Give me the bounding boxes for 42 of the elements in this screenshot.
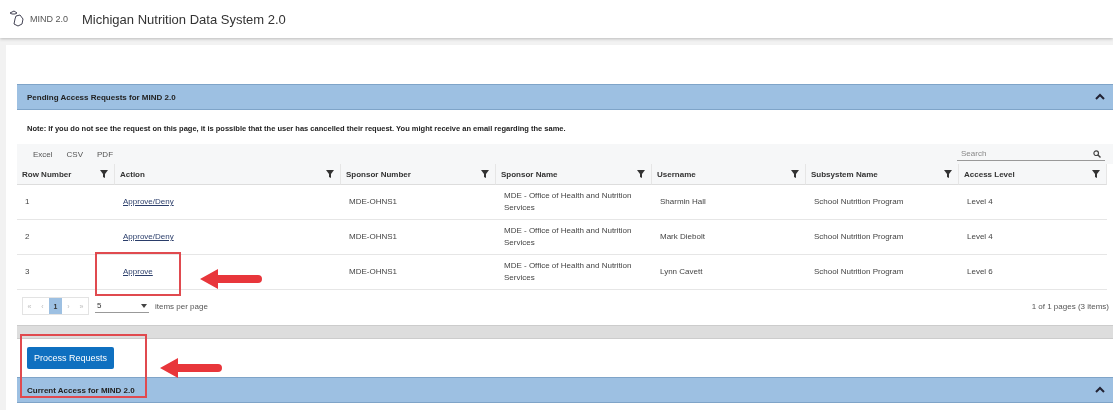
panel-title: Pending Access Requests for MIND 2.0	[27, 92, 176, 102]
table-cell: MDE-OHNS1	[349, 231, 397, 243]
table-row[interactable]: 1 Approve/Deny MDE-OHNS1 MDE - Office of Health and Nutrition Services Sharmin Hall School Nutrition Program Level 4	[17, 185, 1113, 220]
table-cell: 2	[25, 231, 30, 243]
column-header[interactable]: Sponsor Name	[501, 169, 558, 179]
approve-link[interactable]: Approve	[123, 266, 153, 278]
export-button[interactable]: PDF	[97, 149, 113, 159]
pager-summary: 1 of 1 pages (3 items)	[1031, 301, 1109, 311]
table-row[interactable]: 2 Approve/Deny MDE-OHNS1 MDE - Office of Health and Nutrition Services Mark Diebolt School Nutrition Program Level 4	[17, 220, 1113, 255]
table-cell: School Nutrition Program	[814, 231, 904, 243]
panel-title: Current Access for MIND 2.0	[27, 385, 135, 395]
page-size-label: items per page	[155, 301, 208, 311]
table-cell-text: MDE - Office of Health and Nutrition Services	[504, 260, 633, 284]
export-button[interactable]: Excel	[33, 149, 53, 159]
table-cell: Level 6	[967, 266, 993, 278]
approve-link[interactable]: Approve/Deny	[123, 196, 174, 208]
approve-link[interactable]: Approve/Deny	[123, 231, 174, 243]
column-header[interactable]: Username	[657, 169, 696, 179]
export-button[interactable]: CSV	[66, 149, 83, 159]
column-header[interactable]: Access Level	[964, 169, 1015, 179]
table-cell-text: MDE - Office of Health and Nutrition Services	[504, 190, 633, 214]
table-cell: School Nutrition Program	[814, 266, 904, 278]
table-cell: Mark Diebolt	[660, 231, 705, 243]
panel-header[interactable]: Current Access for MIND 2.0	[17, 377, 1113, 403]
table-cell: Level 4	[967, 231, 993, 243]
table-cell: Lynn Cavett	[660, 266, 703, 278]
page-size-dropdown[interactable]: 5	[95, 299, 149, 313]
logo-text: MIND 2.0	[30, 14, 68, 24]
process-requests-button[interactable]: Process Requests	[27, 347, 115, 369]
table-cell: Sharmin Hall	[660, 196, 706, 208]
app-title: Michigan Nutrition Data System 2.0	[82, 11, 286, 27]
panel-header[interactable]: Pending Access Requests for MIND 2.0	[17, 84, 1113, 110]
table-cell: School Nutrition Program	[814, 196, 904, 208]
table-cell: 1	[25, 196, 30, 208]
table-cell: Level 4	[967, 196, 993, 208]
column-header[interactable]: Sponsor Number	[346, 169, 411, 179]
table-cell-text: MDE - Office of Health and Nutrition Services	[504, 225, 633, 249]
search-field[interactable]: Search	[961, 149, 1093, 158]
table-cell: 3	[25, 266, 30, 278]
column-header[interactable]: Action	[120, 169, 145, 179]
table-cell: MDE-OHNS1	[349, 196, 397, 208]
table-cell: MDE-OHNS1	[349, 266, 397, 278]
